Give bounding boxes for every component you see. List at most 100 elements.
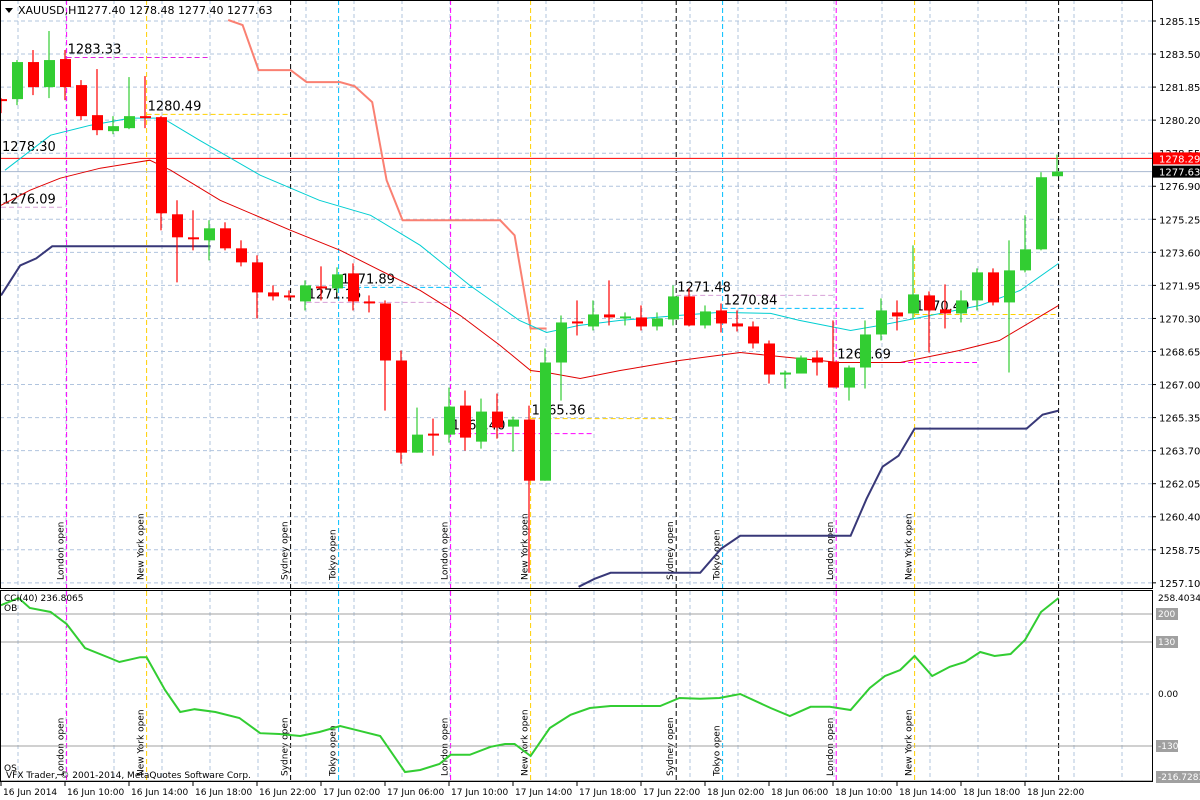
grid	[0, 0, 1152, 781]
cci-tick-label: 130	[1158, 638, 1175, 648]
cci-label: CCI(40) 236.8065	[4, 594, 84, 604]
session-label: London open	[826, 718, 836, 776]
time-tick-label: 18 Jun 18:00	[963, 788, 1020, 798]
bull-candle	[860, 334, 871, 368]
session-label: New York open	[905, 709, 915, 776]
bear-candle	[812, 357, 823, 363]
bear-candle	[236, 248, 247, 263]
bull-candle	[204, 228, 215, 241]
time-tick-label: 18 Jun 14:00	[899, 788, 956, 798]
session-label: New York open	[521, 709, 531, 776]
bear-candle	[828, 361, 839, 388]
bull-candle	[108, 126, 119, 132]
level-label: 1276.09	[2, 192, 56, 207]
bull-candle	[668, 296, 679, 320]
level-label: 1270.84	[724, 293, 778, 308]
session-label: London open	[441, 718, 451, 776]
price-tick-label: 1271.95	[1159, 281, 1200, 292]
session-label: Sydney open	[666, 717, 676, 776]
current-price-tag-label: 1277.63	[1159, 168, 1200, 179]
time-tick-label: 16 Jun 2014	[3, 788, 57, 798]
bear-candle	[188, 237, 199, 240]
time-tick-label: 16 Jun 14:00	[131, 788, 188, 798]
time-tick-label: 17 Jun 06:00	[387, 788, 444, 798]
time-tick-label: 18 Jun 02:00	[707, 788, 764, 798]
ob-label: OB	[4, 604, 17, 614]
bear-candle	[348, 273, 359, 302]
time-tick-label: 17 Jun 10:00	[451, 788, 508, 798]
time-tick-label: 18 Jun 06:00	[771, 788, 828, 798]
cci-tick-label: 0.00	[1158, 690, 1178, 700]
bull-candle	[124, 116, 135, 129]
lower-band-line	[578, 409, 1059, 588]
price-tick-label: 1273.60	[1159, 248, 1200, 259]
bear-candle	[732, 323, 743, 327]
level-lines: 1283.331280.491278.301276.091271.891271.…	[0, 42, 1152, 435]
bear-candle	[252, 262, 263, 293]
price-tick-label: 1275.25	[1159, 215, 1200, 226]
bull-candle	[444, 406, 455, 435]
bear-candle	[284, 295, 295, 298]
bull-candle	[620, 316, 631, 319]
bear-candle	[924, 295, 935, 311]
bull-candle	[652, 318, 663, 327]
bear-candle	[940, 309, 951, 314]
bull-candle	[700, 311, 711, 326]
chart-ohlc: 1277.40 1278.48 1277.40 1277.63	[80, 4, 272, 17]
time-tick-label: 16 Jun 10:00	[67, 788, 124, 798]
copyright-text: VFX Trader, © 2001-2014, MetaQuotes Soft…	[6, 771, 251, 781]
bear-candle	[636, 317, 647, 327]
price-tick-label: 1276.90	[1159, 182, 1200, 193]
level-label: 1265.36	[532, 404, 586, 419]
cci-panel: 258.4034 200 130 0.00 -130 -216.7283	[0, 594, 1200, 783]
bear-candle	[764, 343, 775, 375]
session-label: Sydney open	[666, 521, 676, 580]
level-label: 1283.33	[68, 42, 122, 57]
bull-candle	[1020, 249, 1031, 271]
session-label: New York open	[905, 513, 915, 580]
bear-candle	[268, 292, 279, 297]
bear-candle	[396, 360, 407, 453]
bear-candle	[316, 286, 327, 289]
bull-candle	[908, 294, 919, 314]
bear-candle	[716, 310, 727, 324]
time-tick-label: 17 Jun 18:00	[579, 788, 636, 798]
bull-candle	[508, 419, 519, 427]
price-tick-label: 1281.85	[1159, 83, 1200, 94]
cci-panel-border	[0, 590, 1153, 782]
time-tick-label: 18 Jun 10:00	[835, 788, 892, 798]
bear-candle	[92, 115, 103, 131]
bull-candle	[844, 367, 855, 388]
time-tick-label: 16 Jun 18:00	[195, 788, 252, 798]
bear-candle	[492, 411, 503, 428]
bull-candle	[412, 434, 423, 453]
cci-tick-label: -130	[1158, 742, 1179, 752]
price-tick-label: 1270.30	[1159, 314, 1200, 325]
session-label: Tokyo open	[713, 725, 723, 777]
price-tick-label: 1263.70	[1159, 447, 1200, 458]
session-label: New York open	[137, 709, 147, 776]
bear-candle	[988, 272, 999, 303]
bull-candle	[300, 285, 311, 302]
bear-candle	[380, 303, 391, 361]
price-chart[interactable]: London open London open New York open New Y…	[0, 0, 1200, 800]
bear-candle	[156, 117, 167, 214]
price-tick-label: 1283.50	[1159, 50, 1200, 61]
price-tick-label: 1260.40	[1159, 513, 1200, 524]
red-level-tag-label: 1278.29	[1159, 154, 1200, 165]
session-label: Tokyo open	[329, 725, 339, 777]
bull-candle	[1052, 171, 1063, 177]
bear-candle	[140, 116, 151, 119]
bull-candle	[796, 357, 807, 374]
bear-candle	[892, 312, 903, 317]
price-tick-label: 1285.15	[1159, 17, 1200, 28]
session-label: London open	[57, 522, 67, 580]
bull-candle	[876, 310, 887, 335]
bull-candle	[332, 274, 343, 289]
bull-candle	[1004, 270, 1015, 303]
bull-candle	[476, 411, 487, 442]
bear-candle	[0, 99, 7, 102]
collapse-triangle-icon[interactable]	[5, 8, 13, 13]
session-lines: London open London open New York open New Y…	[57, 0, 1060, 781]
cci-tick-label: 200	[1158, 610, 1175, 620]
